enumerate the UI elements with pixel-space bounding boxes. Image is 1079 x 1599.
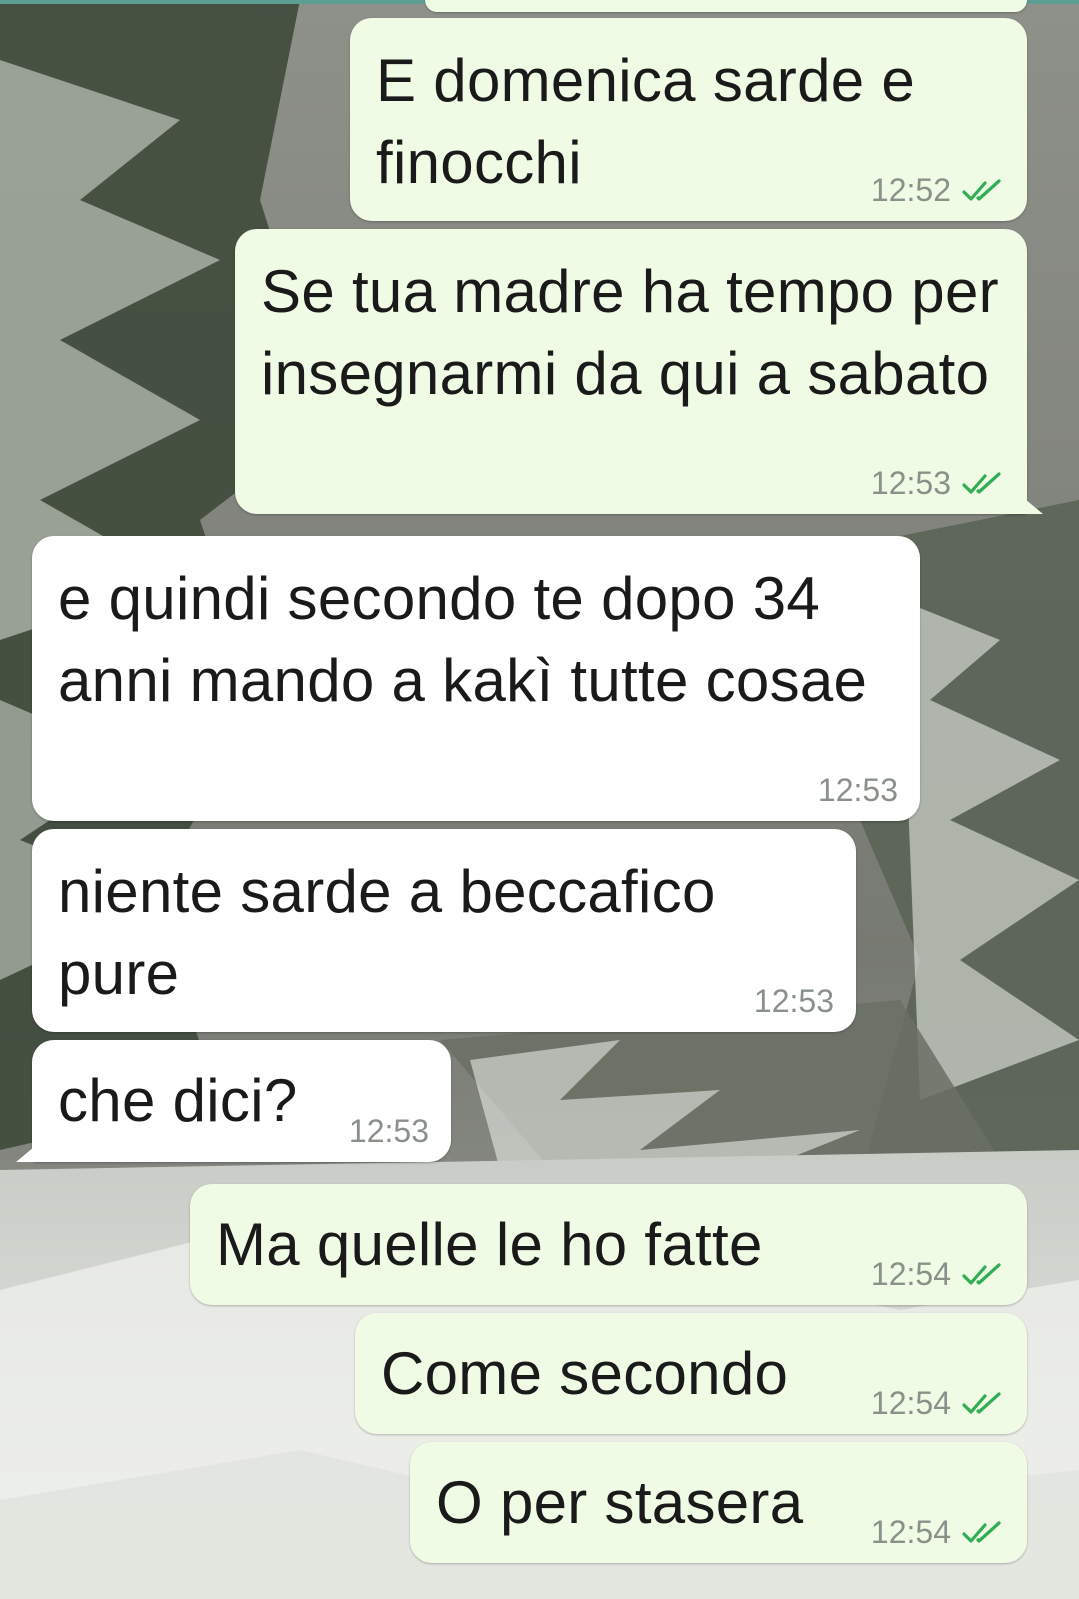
message-meta: 12:54 — [871, 1256, 1005, 1293]
message-meta: 12:52 — [871, 172, 1005, 209]
message-bubble-incoming[interactable]: niente sarde a beccafico pure 12:53 — [32, 829, 856, 1032]
message-meta: 12:54 — [871, 1385, 1005, 1422]
double-check-icon — [962, 471, 1001, 494]
double-check-icon — [962, 1391, 1001, 1414]
message-bubble-outgoing[interactable]: Ma quelle le ho fatte 12:54 — [190, 1184, 1027, 1305]
message-meta: 12:53 — [818, 772, 898, 809]
message-bubble-outgoing[interactable]: O per stasera 12:54 — [410, 1442, 1027, 1563]
message-bubble-incoming[interactable]: che dici? 12:53 — [16, 1040, 451, 1162]
double-check-icon — [962, 1520, 1001, 1543]
message-meta: 12:53 — [349, 1113, 429, 1150]
message-timestamp: 12:53 — [753, 983, 834, 1019]
message-bubble-outgoing[interactable]: Come secondo 12:54 — [355, 1313, 1027, 1434]
message-text: Se tua madre ha tempo per insegnarmi da … — [261, 258, 999, 407]
bubble-tail — [16, 1142, 40, 1162]
message-timestamp: 12:53 — [348, 1113, 429, 1149]
message-meta: 12:54 — [871, 1514, 1005, 1551]
message-text: e quindi secondo te dopo 34 anni mando a… — [58, 565, 868, 714]
message-timestamp: 12:54 — [870, 1256, 951, 1292]
message-timestamp: 12:53 — [817, 772, 898, 808]
message-timestamp: 12:54 — [870, 1514, 951, 1550]
message-meta: 12:53 — [871, 465, 1005, 502]
bubble-tail — [1019, 494, 1043, 514]
message-text: niente sarde a beccafico pure — [58, 858, 716, 1007]
previous-message-bubble — [425, 0, 1027, 12]
message-timestamp: 12:53 — [870, 465, 951, 501]
message-bubble-incoming[interactable]: e quindi secondo te dopo 34 anni mando a… — [32, 536, 920, 821]
double-check-icon — [962, 1262, 1001, 1285]
message-timestamp: 12:54 — [870, 1385, 951, 1421]
message-meta: 12:53 — [754, 983, 834, 1020]
message-timestamp: 12:52 — [870, 172, 951, 208]
message-bubble-outgoing[interactable]: E domenica sarde e finocchi 12:52 — [350, 18, 1027, 221]
double-check-icon — [962, 178, 1001, 201]
message-bubble-outgoing[interactable]: Se tua madre ha tempo per insegnarmi da … — [235, 229, 1043, 514]
